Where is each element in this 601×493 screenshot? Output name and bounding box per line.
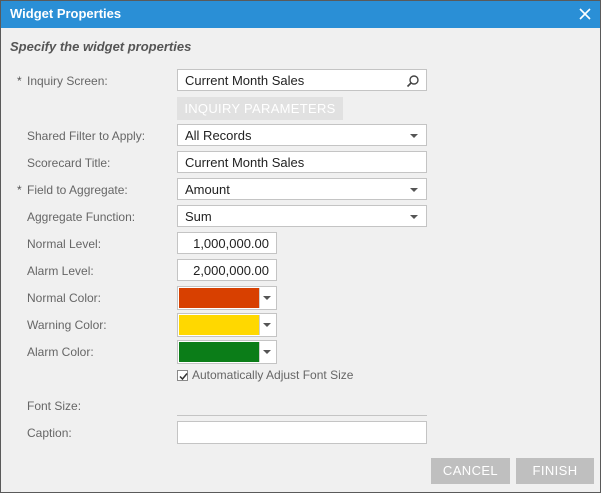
shared-filter-row: Shared Filter to Apply: All Records [1, 124, 600, 148]
inquiry-screen-input[interactable]: Current Month Sales [177, 69, 427, 91]
chevron-down-icon[interactable] [410, 188, 418, 192]
warning-color-row: Warning Color: [1, 313, 600, 337]
normal-color-picker[interactable] [177, 286, 277, 310]
dialog-title: Widget Properties [10, 6, 122, 21]
field-to-aggregate-row: * Field to Aggregate: Amount [1, 178, 600, 202]
auto-font-size-checkbox[interactable] [177, 370, 188, 381]
alarm-level-input[interactable]: 2,000,000.00 [177, 259, 277, 281]
close-icon[interactable] [578, 7, 592, 21]
field-to-aggregate-label: Field to Aggregate: [27, 183, 128, 197]
normal-level-value: 1,000,000.00 [193, 236, 269, 251]
inquiry-screen-row: * Inquiry Screen: Current Month Sales [1, 69, 600, 93]
alarm-color-row: Alarm Color: [1, 340, 600, 364]
field-to-aggregate-value: Amount [185, 182, 230, 197]
field-to-aggregate-select[interactable]: Amount [177, 178, 427, 200]
normal-color-swatch [179, 288, 259, 308]
chevron-down-icon[interactable] [410, 134, 418, 138]
aggregate-function-value: Sum [185, 209, 212, 224]
alarm-level-value: 2,000,000.00 [193, 263, 269, 278]
search-icon[interactable] [406, 74, 420, 88]
inquiry-screen-label: Inquiry Screen: [27, 74, 108, 88]
widget-properties-dialog: Widget Properties Specify the widget pro… [0, 0, 601, 493]
inquiry-parameters-button[interactable]: INQUIRY PARAMETERS [177, 97, 343, 120]
normal-color-label: Normal Color: [27, 291, 102, 305]
required-marker: * [17, 74, 22, 88]
font-size-label: Font Size: [27, 399, 82, 413]
cancel-button[interactable]: CANCEL [431, 458, 510, 484]
required-marker: * [17, 183, 22, 197]
divider [259, 315, 260, 335]
normal-level-label: Normal Level: [27, 237, 102, 251]
chevron-down-icon[interactable] [410, 215, 418, 219]
scorecard-title-value: Current Month Sales [185, 155, 305, 170]
warning-color-picker[interactable] [177, 313, 277, 337]
alarm-level-label: Alarm Level: [27, 264, 94, 278]
inquiry-screen-value: Current Month Sales [185, 73, 305, 88]
finish-button[interactable]: FINISH [516, 458, 594, 484]
dialog-titlebar: Widget Properties [1, 1, 600, 28]
scorecard-title-row: Scorecard Title: Current Month Sales [1, 151, 600, 175]
alarm-color-picker[interactable] [177, 340, 277, 364]
warning-color-label: Warning Color: [27, 318, 107, 332]
font-size-slider[interactable] [177, 415, 427, 416]
aggregate-function-row: Aggregate Function: Sum [1, 205, 600, 229]
normal-color-row: Normal Color: [1, 286, 600, 310]
shared-filter-label: Shared Filter to Apply: [27, 129, 146, 143]
alarm-color-swatch [179, 342, 259, 362]
check-icon [179, 373, 188, 381]
alarm-level-row: Alarm Level: 2,000,000.00 [1, 259, 600, 283]
shared-filter-value: All Records [185, 128, 252, 143]
chevron-down-icon[interactable] [263, 350, 271, 354]
normal-level-input[interactable]: 1,000,000.00 [177, 232, 277, 254]
shared-filter-select[interactable]: All Records [177, 124, 427, 146]
caption-row: Caption: [1, 421, 600, 445]
normal-level-row: Normal Level: 1,000,000.00 [1, 232, 600, 256]
divider [259, 342, 260, 362]
caption-input[interactable] [177, 421, 427, 444]
scorecard-title-input[interactable]: Current Month Sales [177, 151, 427, 173]
aggregate-function-label: Aggregate Function: [27, 210, 136, 224]
warning-color-swatch [179, 315, 259, 335]
caption-label: Caption: [27, 426, 72, 440]
chevron-down-icon[interactable] [263, 296, 271, 300]
auto-font-size-label: Automatically Adjust Font Size [192, 368, 354, 382]
divider [259, 288, 260, 308]
aggregate-function-select[interactable]: Sum [177, 205, 427, 227]
alarm-color-label: Alarm Color: [27, 345, 94, 359]
dialog-subtitle: Specify the widget properties [10, 39, 192, 54]
scorecard-title-label: Scorecard Title: [27, 156, 111, 170]
chevron-down-icon[interactable] [263, 323, 271, 327]
